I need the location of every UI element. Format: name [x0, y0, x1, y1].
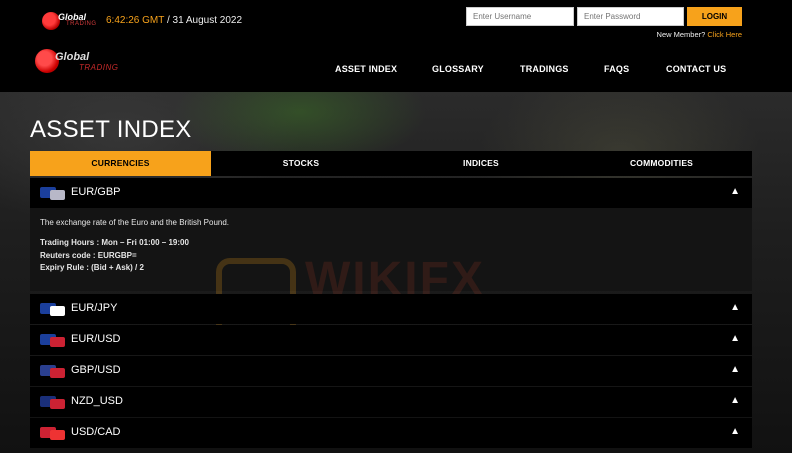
main-nav: Global TRADING ASSET INDEX GLOSSARY TRAD… [0, 44, 792, 92]
clock-time: 6:42:26 GMT [106, 15, 165, 26]
header-logo-small[interactable]: Global TRADING [42, 12, 98, 30]
tab-stocks[interactable]: STOCKS [211, 151, 391, 176]
login-button[interactable]: LOGIN [687, 7, 742, 26]
usd-cad-flag-icon [40, 427, 65, 440]
logo-text: Global [55, 51, 90, 63]
tab-commodities[interactable]: COMMODITIES [571, 151, 752, 176]
username-input[interactable] [466, 7, 574, 26]
nav-item-tradings[interactable]: TRADINGS [520, 64, 569, 74]
page-title: ASSET INDEX [30, 116, 192, 143]
chevron-up-icon[interactable]: ▲ [730, 186, 740, 197]
accordion-item-eur-jpy[interactable]: EUR/JPY ▲ [30, 294, 752, 324]
clock: 6:42:26 GMT / 31 August 2022 [106, 15, 242, 26]
chevron-up-icon[interactable]: ▲ [730, 333, 740, 344]
accordion-header[interactable]: GBP/USD ▲ [30, 356, 752, 386]
logo-subtext: TRADING [79, 63, 119, 72]
new-member-text: New Member? [656, 30, 708, 39]
chevron-up-icon[interactable]: ▲ [730, 302, 740, 313]
accordion-label: USD/CAD [71, 426, 121, 438]
tab-currencies[interactable]: CURRENCIES [30, 151, 211, 176]
accordion-item-eur-usd[interactable]: EUR/USD ▲ [30, 325, 752, 355]
nav-item-asset-index[interactable]: ASSET INDEX [335, 64, 397, 74]
tab-indices[interactable]: INDICES [391, 151, 571, 176]
accordion-label: EUR/JPY [71, 302, 118, 314]
accordion-header[interactable]: USD/CAD ▲ [30, 418, 752, 448]
gbp-usd-flag-icon [40, 365, 65, 378]
password-input[interactable] [577, 7, 684, 26]
chevron-up-icon[interactable]: ▲ [730, 364, 740, 375]
asset-tabs: CURRENCIES STOCKS INDICES COMMODITIES [30, 151, 752, 176]
clock-date: 31 August 2022 [172, 15, 243, 26]
accordion-item-nzd-usd[interactable]: NZD_USD ▲ [30, 387, 752, 417]
clock-separator: / [164, 15, 173, 26]
eur-usd-flag-icon [40, 334, 65, 347]
nzd-usd-flag-icon [40, 396, 65, 409]
trading-hours: Trading Hours : Mon – Fri 01:00 – 19:00 [40, 238, 189, 247]
accordion-item-gbp-usd[interactable]: GBP/USD ▲ [30, 356, 752, 386]
accordion-header[interactable]: EUR/USD ▲ [30, 325, 752, 355]
asset-description: The exchange rate of the Euro and the Br… [40, 218, 230, 227]
nav-item-contact-us[interactable]: CONTACT US [666, 64, 726, 74]
accordion-header[interactable]: EUR/GBP ▲ [30, 178, 752, 208]
accordion-label: NZD_USD [71, 395, 123, 407]
accordion-label: EUR/GBP [71, 186, 121, 198]
click-here-link[interactable]: Click Here [707, 30, 742, 39]
chevron-up-icon[interactable]: ▲ [730, 395, 740, 406]
new-member: New Member? Click Here [657, 30, 742, 39]
eur-jpy-flag-icon [40, 303, 65, 316]
chevron-up-icon[interactable]: ▲ [730, 426, 740, 437]
top-bar: Global TRADING 6:42:26 GMT / 31 August 2… [0, 0, 792, 44]
accordion-item-usd-cad[interactable]: USD/CAD ▲ [30, 418, 752, 448]
accordion-header[interactable]: NZD_USD ▲ [30, 387, 752, 417]
accordion-label: GBP/USD [71, 364, 121, 376]
nav-item-faqs[interactable]: FAQS [604, 64, 629, 74]
small-logo-subtext: TRADING [66, 21, 97, 27]
site-logo[interactable]: Global TRADING [35, 49, 125, 75]
eur-gbp-flag-icon [40, 187, 65, 200]
accordion-header[interactable]: EUR/JPY ▲ [30, 294, 752, 324]
accordion-label: EUR/USD [71, 333, 121, 345]
nav-item-glossary[interactable]: GLOSSARY [432, 64, 484, 74]
